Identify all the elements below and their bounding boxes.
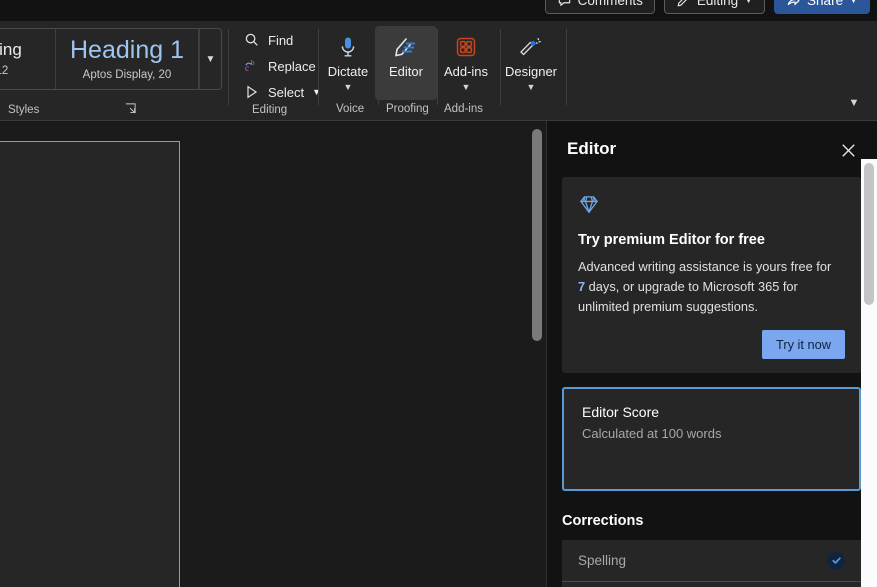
chevron-down-icon: ▼ [849, 0, 858, 5]
replace-label: Replace [268, 58, 316, 74]
designer-button[interactable]: Designer ▼ [500, 26, 562, 100]
pencil-icon [676, 0, 691, 8]
editor-label: Editor [389, 64, 423, 79]
diamond-icon [578, 193, 845, 220]
voice-group-label: Voice [336, 103, 365, 115]
promo-text-part2: days, or upgrade to Microsoft 365 for un… [578, 278, 798, 314]
share-label: Share [807, 0, 844, 8]
ribbon: o Spacing Aptos, 12 Heading 1 Aptos Disp… [0, 21, 877, 121]
chevron-down-icon: ▼ [343, 81, 353, 92]
chevron-down-icon: ▼ [205, 53, 216, 65]
editor-pane-scrollbar-thumb[interactable] [864, 163, 874, 305]
editing-mode-button[interactable]: Editing ▼ [663, 0, 766, 14]
check-circle-icon [827, 551, 845, 570]
select-label: Select [268, 84, 305, 100]
comments-label: Comments [577, 0, 643, 8]
dictate-button[interactable]: Dictate ▼ [317, 26, 379, 100]
document-vertical-scrollbar[interactable] [531, 121, 543, 587]
find-button[interactable]: Find [240, 29, 297, 51]
addins-group-label: Add-ins [444, 103, 483, 115]
document-scrollbar-thumb[interactable] [532, 129, 542, 341]
premium-editor-promo-card: Try premium Editor for free Advanced wri… [562, 177, 861, 374]
addins-button[interactable]: Add-ins ▼ [435, 26, 497, 100]
designer-wand-icon [519, 32, 543, 62]
promo-text-part1: Advanced writing assistance is yours fre… [578, 259, 832, 274]
style-tile-heading-1[interactable]: Heading 1 Aptos Display, 20 [56, 29, 199, 89]
title-bar-strip: Comments Editing ▼ Share ▼ [0, 0, 877, 21]
correction-row-next[interactable] [562, 582, 861, 587]
replace-icon: c b [245, 59, 255, 73]
group-divider [228, 29, 229, 105]
editor-task-pane: Editor Try premium Editor for free Advan… [546, 121, 877, 587]
addins-grid-icon [454, 32, 478, 62]
designer-label: Designer [504, 64, 558, 79]
ribbon-group-editing: Find c b Replace Select ▼ Editing [232, 21, 321, 121]
editor-score-title: Editor Score [582, 404, 660, 421]
editor-pane-title: Editor [567, 139, 617, 158]
addins-label: Add-ins [443, 64, 489, 79]
styles-dialog-launcher[interactable] [124, 102, 138, 116]
editor-pane-header: Editor [547, 121, 877, 177]
styles-gallery[interactable]: o Spacing Aptos, 12 Heading 1 Aptos Disp… [0, 28, 222, 90]
select-arrow-icon [247, 85, 258, 99]
word-application-window: Comments Editing ▼ Share ▼ [0, 0, 877, 587]
correction-row-spelling[interactable]: Spelling [562, 540, 861, 583]
editor-pen-icon [393, 32, 419, 62]
style-name: Heading 1 [70, 35, 184, 64]
style-font-info: Aptos, 12 [0, 64, 9, 77]
corrections-heading: Corrections [562, 513, 644, 530]
close-icon[interactable] [835, 137, 861, 163]
editor-pane-body: Try premium Editor for free Advanced wri… [547, 177, 877, 587]
editing-group-label: Editing [252, 104, 288, 116]
replace-button[interactable]: c b Replace [240, 55, 320, 77]
chevron-down-icon: ▼ [744, 0, 753, 5]
chevron-down-icon: ▼ [461, 81, 471, 92]
chevron-down-icon: ▼ [848, 97, 860, 109]
promo-description: Advanced writing assistance is yours fre… [578, 257, 834, 316]
editor-score-card[interactable]: Editor Score Calculated at 100 words [562, 387, 861, 492]
svg-text:b: b [251, 59, 255, 67]
editor-score-subtitle: Calculated at 100 words [582, 426, 722, 442]
share-button[interactable]: Share ▼ [774, 0, 870, 14]
style-name: o Spacing [0, 40, 22, 60]
find-label: Find [268, 32, 294, 48]
editing-label: Editing [696, 0, 739, 8]
styles-gallery-more-button[interactable]: ▼ [199, 29, 221, 89]
styles-group-label: Styles [8, 104, 40, 116]
select-button[interactable]: Select ▼ [240, 81, 325, 103]
try-it-now-button[interactable]: Try it now [762, 330, 845, 360]
document-workspace[interactable] [0, 121, 546, 587]
group-divider [566, 29, 567, 105]
proofing-group-label: Proofing [386, 103, 429, 115]
share-icon [786, 0, 801, 8]
editor-pane-scrollbar[interactable] [861, 159, 877, 587]
chevron-down-icon: ▼ [526, 81, 536, 92]
editor-button[interactable]: Editor [375, 26, 437, 100]
style-tile-no-spacing[interactable]: o Spacing Aptos, 12 [0, 29, 56, 89]
style-font-info: Aptos Display, 20 [82, 68, 172, 81]
ribbon-collapse-button[interactable]: ▼ [845, 94, 863, 112]
correction-label: Spelling [578, 553, 627, 569]
microphone-icon [337, 32, 359, 62]
title-bar-actions: Comments Editing ▼ Share ▼ [544, 0, 870, 14]
comment-icon [557, 0, 572, 8]
ribbon-group-styles: o Spacing Aptos, 12 Heading 1 Aptos Disp… [0, 21, 222, 121]
search-icon [245, 33, 258, 46]
document-page[interactable] [0, 141, 180, 587]
promo-title: Try premium Editor for free [578, 232, 765, 248]
comments-button[interactable]: Comments [544, 0, 655, 14]
corrections-list: Spelling [562, 540, 861, 587]
dictate-label: Dictate [327, 64, 369, 79]
